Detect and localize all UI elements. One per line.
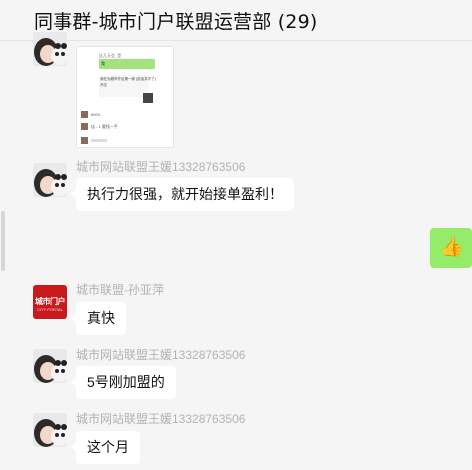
scrollbar-thumb[interactable]: [1, 211, 5, 271]
image-line: 5003: [91, 112, 100, 117]
sender-name: 城市网站联盟王媛13328763506: [76, 348, 246, 362]
message-bubble[interactable]: 真快: [71, 302, 126, 335]
image-text-line: [91, 139, 107, 142]
self-message-bubble[interactable]: 👍: [430, 228, 472, 268]
sender-name: 城市网站联盟王媛13328763506: [76, 160, 246, 174]
avatar[interactable]: [33, 413, 67, 447]
thumbs-up-icon: 👍: [440, 237, 464, 258]
image-green-bubble: [99, 59, 155, 69]
image-thumb: [143, 93, 153, 103]
image-message[interactable]: 这几天会, 是 我 我在为超市开店第一家 (说话并不了) 开店 5003 店 -…: [76, 46, 174, 148]
image-avatar: [81, 137, 88, 144]
image-avatar: [81, 123, 88, 130]
logo-text: 城市门户: [35, 297, 66, 306]
avatar[interactable]: [33, 349, 67, 383]
message-bubble[interactable]: 执行力很强，就开始接单盈利！: [71, 178, 294, 211]
scrollbar[interactable]: [0, 41, 6, 470]
image-avatar: [81, 111, 88, 118]
message-bubble[interactable]: 5号刚加盟的: [71, 366, 176, 399]
image-line: 店 - 1 要找一手: [91, 124, 118, 129]
avatar[interactable]: 城市门户 CITY PORTAL: [33, 285, 67, 319]
image-line: 开店: [100, 83, 107, 87]
sender-name: 城市联盟-孙亚萍: [76, 283, 164, 297]
chat-header: 同事群-城市门户联盟运营部 (29): [0, 0, 472, 41]
avatar[interactable]: [33, 32, 67, 66]
chat-title[interactable]: 同事群-城市门户联盟运营部 (29): [34, 7, 318, 34]
message-bubble[interactable]: 这个月: [71, 431, 140, 464]
sender-name: 城市网站联盟王媛13328763506: [76, 412, 246, 426]
image-line: 我: [101, 61, 105, 66]
image-line: 我在为超市开店第一家 (说话并不了): [100, 77, 156, 81]
logo-subtext: CITY PORTAL: [37, 307, 63, 312]
avatar[interactable]: [33, 163, 67, 197]
